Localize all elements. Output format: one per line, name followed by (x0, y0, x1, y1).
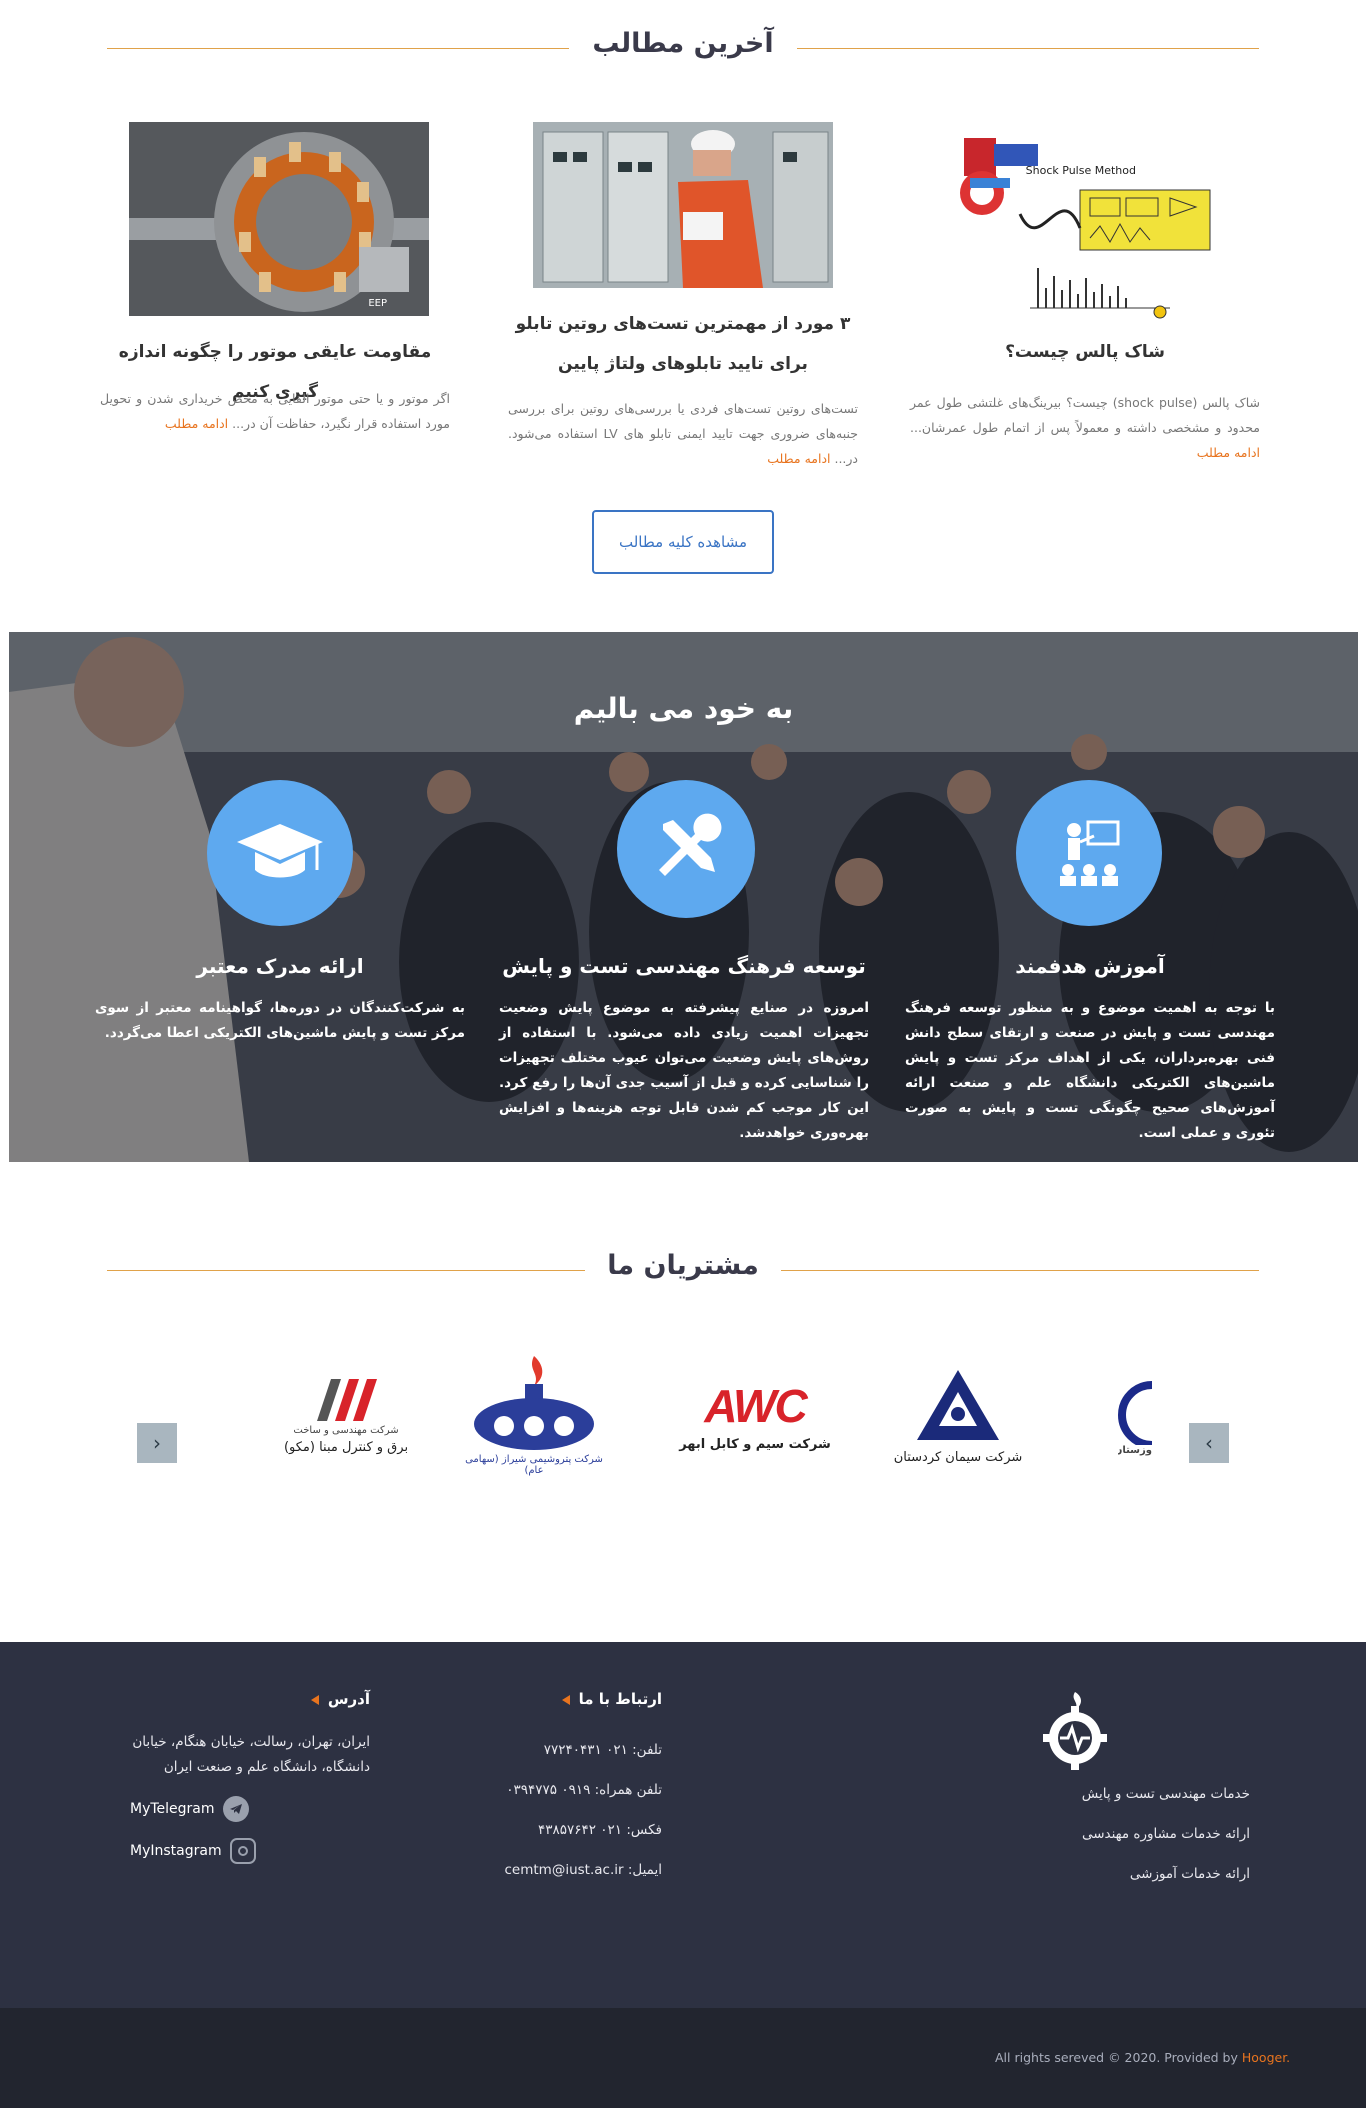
chevron-right-icon: › (1205, 1431, 1213, 1455)
feature-text: به شرکت‌کنندگان در دوره‌ها، گواهینامه مع… (95, 1000, 465, 1041)
latest-section-heading: آخرین مطالب (107, 28, 1259, 68)
feature-card: ارائه مدرک معتبر به شرکت‌کنندگان در دوره… (95, 780, 465, 1140)
client-logo[interactable]: شرکت سیمان کردستان (888, 1350, 1028, 1480)
client-logo[interactable]: AWC شرکت سیم و کابل ابهر (670, 1350, 840, 1480)
copyright: All rights sereved © 2020. Provided by H… (995, 2050, 1290, 2065)
instagram-link[interactable]: MyInstagram (130, 1830, 370, 1872)
contact-title: ارتباط با ما (440, 1690, 662, 1708)
telegram-label: MyTelegram (130, 1801, 215, 1817)
pride-title: به خود می بالیم (573, 692, 794, 725)
post-title[interactable]: شاک پالس چیست؟ (910, 332, 1260, 372)
footer-contact: ارتباط با ما تلفن: ۰۲۱ ۷۷۲۴۰۴۳۱ تلفن همر… (440, 1690, 663, 1890)
instagram-label: MyInstagram (130, 1843, 222, 1859)
read-more-link[interactable]: ادامه مطلب (1197, 445, 1260, 460)
feature-text: با توجه به اهمیت موضوع و به منظور توسعه … (905, 1000, 1275, 1141)
svg-text:EEP: EEP (368, 298, 387, 309)
copyright-text: All rights sereved © 2020. Provided by (995, 2050, 1238, 2065)
client-mark: AWC (704, 1379, 807, 1432)
post-image-motor[interactable]: EEP (129, 122, 429, 316)
pride-section: به خود می بالیم آموزش هدفمند با توجه به … (9, 632, 1358, 1162)
feature-title: توسعه فرهنگ مهندسی تست و پایش (502, 954, 866, 978)
latest-title: آخرین مطالب (570, 28, 796, 59)
read-more-link[interactable]: ادامه مطلب (165, 416, 228, 431)
footer-address: آدرس ایران، تهران، رسالت، خیابان هنگام، … (130, 1690, 370, 1872)
post-title[interactable]: ۳ مورد از مهمترین تست‌های روتین تابلو بر… (508, 304, 858, 384)
view-all-posts-button[interactable]: مشاهده کلیه مطالب (592, 510, 774, 574)
carousel-prev-button[interactable]: ‹ (137, 1423, 177, 1463)
contact-mobile[interactable]: تلفن همراه: ۰۹۱۹ ۰۳۹۴۷۷۵ (440, 1770, 662, 1810)
read-more-link[interactable]: ادامه مطلب (767, 451, 830, 466)
feature-title: ارائه مدرک معتبر (196, 954, 364, 978)
svg-text:Shock Pulse Method: Shock Pulse Method (1026, 164, 1136, 177)
footer-services: خدمات مهندسی تست و پایش ارائه خدمات مشاو… (1040, 1690, 1250, 1894)
feature-card: آموزش هدفمند با توجه به اهمیت موضوع و به… (905, 780, 1275, 1141)
client-logo[interactable]: وزستان (1118, 1350, 1152, 1480)
client-caption: برق و کنترل مبنا (مکو) (283, 1440, 409, 1455)
post-card: Shock Pulse Method شاک پالس چیست؟ شاک پا… (910, 118, 1260, 478)
service-item[interactable]: خدمات مهندسی تست و پایش (1040, 1774, 1250, 1814)
address-text: ایران، تهران، رسالت، خیابان هنگام، خیابا… (132, 1734, 370, 1775)
contact-phone[interactable]: تلفن: ۰۲۱ ۷۷۲۴۰۴۳۱ (440, 1730, 662, 1770)
feature-card: توسعه فرهنگ مهندسی تست و پایش امروزه در … (499, 780, 869, 1141)
contact-email[interactable]: ایمیل: cemtm@iust.ac.ir (440, 1850, 663, 1890)
chevron-left-icon: ‹ (153, 1431, 161, 1455)
clients-title: مشتریان ما (585, 1250, 781, 1281)
post-card: EEP مقاومت عایقی موتور را چگونه اندازه گ… (100, 118, 450, 478)
post-excerpt: اگر موتور و یا حتی موتور القایی به محض خ… (100, 391, 450, 431)
tools-icon (617, 780, 755, 918)
feature-text: امروزه در صنایع پیشرفته به موضوع پایش وض… (499, 1000, 869, 1141)
client-caption: شرکت سیم و کابل ابهر (679, 1436, 831, 1452)
post-image-switchgear[interactable] (533, 122, 833, 288)
service-item[interactable]: ارائه خدمات آموزشی (1040, 1854, 1250, 1894)
post-excerpt: تست‌های روتین تست‌های فردی یا بررسی‌های … (508, 401, 858, 466)
brand-link[interactable]: Hooger. (1242, 2050, 1290, 2065)
client-caption-top: شرکت مهندسی و ساخت (293, 1425, 399, 1436)
presentation-icon (1016, 780, 1162, 926)
client-logo[interactable]: شرکت مهندسی و ساخت برق و کنترل مبنا (مکو… (276, 1350, 416, 1480)
telegram-link[interactable]: MyTelegram (130, 1788, 370, 1830)
graduation-cap-icon (207, 780, 353, 926)
address-title: آدرس (130, 1690, 370, 1708)
carousel-next-button[interactable]: › (1189, 1423, 1229, 1463)
contact-fax: فکس: ۰۲۱ ۴۳۸۵۷۶۴۲ (537, 1822, 662, 1838)
post-excerpt: شاک پالس (shock pulse) چیست؟ بیرینگ‌های … (910, 395, 1261, 460)
client-caption: شرکت پتروشیمی شیراز (سهامی عام) (465, 1454, 603, 1476)
post-image-shock-pulse[interactable]: Shock Pulse Method (960, 118, 1260, 328)
clients-section-heading: مشتریان ما (107, 1250, 1259, 1290)
client-caption: شرکت سیمان کردستان (893, 1449, 1023, 1465)
service-item[interactable]: ارائه خدمات مشاوره مهندسی (1040, 1814, 1250, 1854)
feature-title: آموزش هدفمند (1015, 954, 1165, 978)
client-caption: وزستان (1118, 1444, 1152, 1456)
post-card: ۳ مورد از مهمترین تست‌های روتین تابلو بر… (508, 118, 858, 478)
gear-pulse-logo-icon (1040, 1690, 1250, 1770)
instagram-icon (229, 1838, 256, 1864)
client-logo[interactable]: شرکت پتروشیمی شیراز (سهامی عام) (464, 1350, 604, 1480)
telegram-icon (222, 1796, 249, 1822)
